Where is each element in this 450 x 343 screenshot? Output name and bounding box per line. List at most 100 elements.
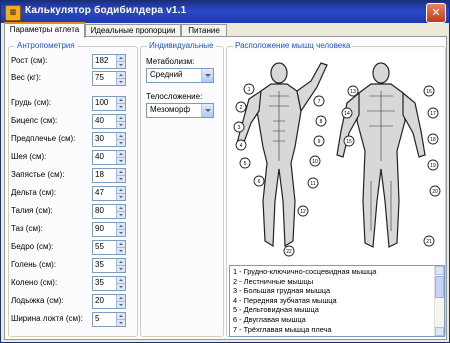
spin-up-icon[interactable] <box>116 313 125 320</box>
anthro-label: Шея (см): <box>11 152 47 161</box>
anthro-label: Предплечье (см): <box>11 134 76 143</box>
anthro-label: Вес (кг): <box>11 73 41 82</box>
anthro-spinbox[interactable]: 75 <box>92 71 126 86</box>
bodytype-label: Телосложение: <box>146 92 203 101</box>
bodytype-select[interactable]: Мезоморф <box>146 103 214 118</box>
spin-down-icon[interactable] <box>116 79 125 85</box>
anthro-label: Ширина локтя (см): <box>11 314 83 323</box>
figure-number-label: 8 <box>320 119 323 125</box>
spin-down-icon[interactable] <box>116 140 125 146</box>
muscle-list-item[interactable]: 6 - Двуглавая мышца <box>233 315 306 324</box>
spin-down-icon[interactable] <box>116 302 125 308</box>
anthro-spinbox[interactable]: 40 <box>92 114 126 129</box>
figure-number-label: 6 <box>258 179 261 185</box>
spin-down-icon[interactable] <box>116 320 125 326</box>
muscle-anatomy-image: 1 2 3 4 5 6 7 8 9 10 11 12 13 14 15 16 17 18 19 20 21 22 <box>229 51 443 263</box>
figure-number-label: 12 <box>300 209 306 215</box>
scroll-up-icon[interactable] <box>435 266 444 275</box>
spin-up-icon[interactable] <box>116 169 125 176</box>
spin-up-icon[interactable] <box>116 187 125 194</box>
spin-down-icon[interactable] <box>116 176 125 182</box>
spin-down-icon[interactable] <box>116 194 125 200</box>
anthro-spinbox[interactable]: 35 <box>92 276 126 291</box>
figure-number-label: 1 <box>248 87 251 93</box>
spin-up-icon[interactable] <box>116 72 125 79</box>
anthro-label: Колено (см): <box>11 278 58 287</box>
spin-down-icon[interactable] <box>116 62 125 68</box>
calculator-icon: ≡ <box>5 5 21 21</box>
chevron-down-icon[interactable] <box>201 104 213 117</box>
spin-up-icon[interactable] <box>116 295 125 302</box>
tab-athlete-params[interactable]: Параметры атлета <box>4 22 85 38</box>
anthro-spinbox[interactable]: 30 <box>92 132 126 147</box>
anthro-spinbox[interactable]: 182 <box>92 54 126 69</box>
chevron-down-icon[interactable] <box>201 69 213 82</box>
muscle-list-scrollbar[interactable] <box>434 266 444 336</box>
spin-down-icon[interactable] <box>116 248 125 254</box>
anthro-label: Лодыжка (см): <box>11 296 64 305</box>
anthro-spinbox[interactable]: 5 <box>92 312 126 327</box>
tab-panel: Антропометрия Рост (см): 182 Вес (кг): 75 Гр… <box>4 36 447 340</box>
muscle-list-item[interactable]: 2 - Лестничные мышцы <box>233 277 313 286</box>
figure-number-label: 10 <box>312 159 318 165</box>
spin-down-icon[interactable] <box>116 158 125 164</box>
spin-up-icon[interactable] <box>116 241 125 248</box>
anthro-spinbox[interactable]: 90 <box>92 222 126 237</box>
figure-number-label: 9 <box>318 139 321 145</box>
close-button[interactable]: ✕ <box>426 3 446 23</box>
metabolism-select[interactable]: Средний <box>146 68 214 83</box>
spin-up-icon[interactable] <box>116 151 125 158</box>
anthro-value: 40 <box>95 152 104 161</box>
metabolism-label: Метаболизм: <box>146 57 195 66</box>
individual-group: Индивидуальные <box>140 41 224 337</box>
figure-number-label: 11 <box>310 181 315 187</box>
figure-number-label: 13 <box>350 89 356 95</box>
anthro-label: Дельта (см): <box>11 188 57 197</box>
spin-down-icon[interactable] <box>116 284 125 290</box>
anthro-value: 20 <box>95 296 104 305</box>
spin-up-icon[interactable] <box>116 55 125 62</box>
muscle-list-item[interactable]: 5 - Дельтовидная мышца <box>233 305 319 314</box>
window-title: Калькулятор бодибилдера v1.1 <box>25 5 187 16</box>
spin-down-icon[interactable] <box>116 104 125 110</box>
spin-up-icon[interactable] <box>116 277 125 284</box>
anthro-value: 75 <box>95 73 104 82</box>
figure-number-label: 16 <box>426 89 432 95</box>
spin-down-icon[interactable] <box>116 266 125 272</box>
muscles-title: Расположение мышц человека <box>233 41 353 50</box>
muscle-list-item[interactable]: 1 - Грудно-ключично-сосцевидная мышца <box>233 267 376 276</box>
spin-up-icon[interactable] <box>116 205 125 212</box>
spin-up-icon[interactable] <box>116 115 125 122</box>
anthro-spinbox[interactable]: 40 <box>92 150 126 165</box>
spin-down-icon[interactable] <box>116 212 125 218</box>
anthro-spinbox[interactable]: 55 <box>92 240 126 255</box>
anthro-spinbox[interactable]: 80 <box>92 204 126 219</box>
anthro-spinbox[interactable]: 20 <box>92 294 126 309</box>
anthro-spinbox[interactable]: 47 <box>92 186 126 201</box>
figure-number-label: 18 <box>430 137 436 143</box>
anthro-value: 30 <box>95 134 104 143</box>
muscle-list[interactable]: 1 - Грудно-ключично-сосцевидная мышца 2 -… <box>229 265 445 337</box>
anthro-label: Талия (см): <box>11 206 53 215</box>
anthro-label: Бицепс (см): <box>11 116 58 125</box>
spin-down-icon[interactable] <box>116 230 125 236</box>
anthro-label: Голень (см): <box>11 260 57 269</box>
anthropometry-title: Антропометрия <box>15 41 77 50</box>
scroll-down-icon[interactable] <box>435 327 444 336</box>
muscle-list-item[interactable]: 4 - Передняя зубчатая мышца <box>233 296 337 305</box>
anthro-spinbox[interactable]: 18 <box>92 168 126 183</box>
spin-up-icon[interactable] <box>116 259 125 266</box>
figure-number-label: 5 <box>244 161 247 167</box>
scroll-thumb[interactable] <box>435 276 444 298</box>
spin-up-icon[interactable] <box>116 97 125 104</box>
figure-number-label: 15 <box>346 139 352 145</box>
spin-up-icon[interactable] <box>116 133 125 140</box>
muscle-list-item[interactable]: 7 - Трёхглавая мышца плеча <box>233 325 332 334</box>
spin-down-icon[interactable] <box>116 122 125 128</box>
anthro-spinbox[interactable]: 35 <box>92 258 126 273</box>
spin-up-icon[interactable] <box>116 223 125 230</box>
muscle-list-item[interactable]: 3 - Большая грудная мышца <box>233 286 330 295</box>
title-bar[interactable]: ≡ Калькулятор бодибилдера v1.1 ✕ <box>1 1 449 23</box>
anthro-value: 5 <box>95 314 100 323</box>
anthro-spinbox[interactable]: 100 <box>92 96 126 111</box>
